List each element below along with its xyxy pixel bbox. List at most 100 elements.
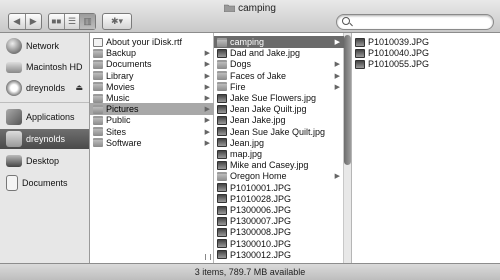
- folder-row[interactable]: Library ▶: [90, 70, 214, 82]
- file-row[interactable]: P1300007.JPG: [214, 215, 344, 227]
- view-mode-control: ◼◼ ☰ ▥: [48, 13, 96, 30]
- row-label: P1300007.JPG: [230, 216, 292, 227]
- row-label: Jean Jake.jpg: [230, 115, 286, 126]
- column-view-icon: ▥: [83, 16, 92, 26]
- row-label: Oregon Home: [230, 171, 287, 182]
- folder-icon: [217, 71, 227, 81]
- file-row[interactable]: P1300012.JPG: [214, 249, 344, 261]
- sidebar-item-label: Macintosh HD: [26, 62, 83, 72]
- sidebar-item-documents[interactable]: Documents: [0, 173, 89, 193]
- file-row[interactable]: P1010039.JPG: [352, 36, 500, 48]
- disclosure-arrow-icon: ▶: [204, 128, 210, 136]
- scrollbar[interactable]: [343, 33, 351, 263]
- sidebar-item-applications[interactable]: Applications: [0, 107, 89, 127]
- file-row[interactable]: map.jpg: [214, 148, 344, 160]
- row-label: Software: [106, 137, 142, 148]
- file-row[interactable]: Jean Jake Quilt.jpg: [214, 103, 344, 115]
- forward-button[interactable]: ▶: [26, 14, 42, 29]
- folder-row[interactable]: Faces of Jake ▶: [214, 70, 344, 82]
- sidebar-item-network[interactable]: Network: [0, 36, 89, 56]
- search-field[interactable]: [336, 14, 494, 30]
- row-label: Library: [106, 70, 134, 81]
- column-view-button[interactable]: ▥: [80, 14, 96, 29]
- file-row[interactable]: Jake Sue Flowers.jpg: [214, 92, 344, 104]
- sidebar-item-idisk[interactable]: dreynolds ⏏: [0, 78, 89, 98]
- desktop-icon: [6, 155, 22, 167]
- column-camping: P1010039.JPG P1010040.JPG P1010055.JPG: [352, 33, 500, 263]
- list-view-button[interactable]: ☰: [65, 14, 81, 29]
- folder-row[interactable]: Music ▶: [90, 92, 214, 104]
- image-file-icon: [217, 160, 227, 170]
- folder-row[interactable]: Dogs ▶: [214, 58, 344, 70]
- sidebar-item-desktop[interactable]: Desktop: [0, 151, 89, 171]
- finder-window: camping ◀ ▶ ◼◼ ☰ ▥ ✱▾ Network Macintosh …: [0, 0, 500, 280]
- column-resize-handle[interactable]: [205, 254, 211, 260]
- applications-icon: [6, 109, 22, 125]
- row-label: P1010001.JPG: [230, 182, 292, 193]
- folder-row[interactable]: Software ▶: [90, 137, 214, 149]
- file-row[interactable]: Dad and Jake.jpg: [214, 47, 344, 59]
- folder-row[interactable]: Oregon Home ▶: [214, 170, 344, 182]
- file-row[interactable]: P1010040.JPG: [352, 47, 500, 59]
- row-label: Jake Sue Flowers.jpg: [230, 93, 317, 103]
- file-row[interactable]: P1300008.JPG: [214, 226, 344, 238]
- documents-icon: [6, 175, 18, 191]
- image-file-icon: [217, 227, 227, 237]
- sidebar-item-home[interactable]: dreynolds: [0, 129, 89, 149]
- window-title-label: camping: [238, 3, 276, 14]
- row-label: P1300008.JPG: [230, 227, 292, 238]
- image-file-icon: [217, 115, 227, 125]
- disclosure-arrow-icon: ▶: [204, 72, 210, 80]
- search-icon: [342, 17, 350, 25]
- eject-icon[interactable]: ⏏: [75, 83, 83, 92]
- image-file-icon: [355, 48, 365, 58]
- row-label: Pictures: [106, 104, 139, 115]
- folder-row[interactable]: Documents ▶: [90, 58, 214, 70]
- row-label: Dogs: [230, 59, 252, 70]
- folder-row[interactable]: camping ▶: [214, 36, 344, 48]
- sidebar-item-label: Applications: [26, 112, 75, 122]
- folder-row[interactable]: Backup ▶: [90, 47, 214, 59]
- image-file-icon: [217, 138, 227, 148]
- row-label: P1010039.JPG: [368, 37, 430, 47]
- row-label: Dad and Jake.jpg: [230, 48, 301, 59]
- sidebar-item-macintosh-hd[interactable]: Macintosh HD: [0, 57, 89, 77]
- file-row[interactable]: Jean Jake.jpg: [214, 114, 344, 126]
- folder-icon: [224, 4, 236, 12]
- folder-row[interactable]: Public ▶: [90, 114, 214, 126]
- folder-row[interactable]: Pictures ▶: [90, 103, 214, 116]
- row-label: Music: [106, 93, 130, 103]
- icon-view-button[interactable]: ◼◼: [49, 14, 65, 29]
- idisk-icon: [6, 80, 22, 96]
- file-row[interactable]: About your iDisk.rtf: [90, 36, 214, 48]
- file-row[interactable]: P1300010.JPG: [214, 238, 344, 250]
- status-text: 3 items, 789.7 MB available: [194, 267, 306, 277]
- folder-icon: [93, 115, 103, 125]
- folder-row[interactable]: Movies ▶: [90, 81, 214, 93]
- folder-row[interactable]: Sites ▶: [90, 126, 214, 138]
- action-menu-button[interactable]: ✱▾: [102, 13, 132, 30]
- disclosure-arrow-icon: ▶: [334, 173, 340, 181]
- file-row[interactable]: P1010055.JPG: [352, 58, 500, 70]
- disclosure-arrow-icon: ▶: [204, 95, 210, 102]
- disclosure-arrow-icon: ▶: [204, 83, 210, 91]
- disclosure-arrow-icon: ▶: [334, 39, 340, 46]
- status-bar: 3 items, 789.7 MB available: [0, 263, 500, 280]
- file-row[interactable]: Jean.jpg: [214, 137, 344, 149]
- image-file-icon: [217, 127, 227, 137]
- disclosure-arrow-icon: ▶: [334, 61, 340, 69]
- row-label: Backup: [106, 48, 137, 59]
- image-file-icon: [355, 59, 365, 69]
- folder-icon: [217, 82, 227, 92]
- file-row[interactable]: Mike and Casey.jpg: [214, 159, 344, 171]
- file-row[interactable]: P1010001.JPG: [214, 182, 344, 194]
- scrollbar-thumb[interactable]: [344, 35, 351, 165]
- back-button[interactable]: ◀: [9, 14, 26, 29]
- folder-row[interactable]: Fire ▶: [214, 81, 344, 93]
- disclosure-arrow-icon: ▶: [204, 139, 210, 147]
- image-file-icon: [217, 93, 227, 103]
- file-row[interactable]: Jean Sue Jake Quilt.jpg: [214, 126, 344, 138]
- folder-icon: [93, 82, 103, 92]
- file-row[interactable]: P1300006.JPG: [214, 204, 344, 216]
- file-row[interactable]: P1010028.JPG: [214, 193, 344, 205]
